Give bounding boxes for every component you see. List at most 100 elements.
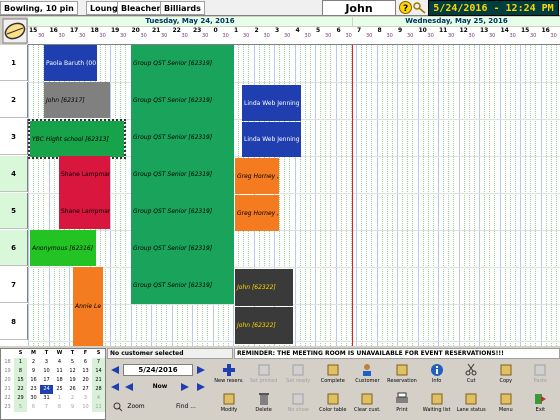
calendar-day[interactable]: 25 <box>53 385 66 394</box>
next-day-icon[interactable] <box>195 382 207 392</box>
calendar-day[interactable]: 10 <box>79 403 92 412</box>
reservation-block[interactable]: Paola Baruth (00 <box>44 45 97 81</box>
calendar-day[interactable]: 6 <box>27 403 40 412</box>
reservation-block[interactable]: Anonymous [62316] <box>30 230 96 266</box>
calendar-day[interactable]: 3 <box>40 358 53 367</box>
reservation-block[interactable]: Greg Horney , <box>235 195 279 231</box>
calendar-day[interactable]: 4 <box>53 358 66 367</box>
calendar-day[interactable]: 7 <box>92 358 105 367</box>
reservation-block[interactable]: Group QST Senior [62319] <box>131 82 234 119</box>
user-name[interactable]: John <box>322 0 396 16</box>
calendar-day[interactable]: 19 <box>66 376 79 385</box>
calendar-day[interactable]: 27 <box>79 385 92 394</box>
no-show-button[interactable]: No show <box>281 391 315 417</box>
calendar-day[interactable]: 1 <box>14 358 27 367</box>
calendar-day[interactable]: 10 <box>40 367 53 376</box>
complete-button[interactable]: Complete <box>316 362 350 388</box>
tab-bowling[interactable]: Bowling, 10 pin <box>0 1 78 15</box>
lane-label[interactable]: 5 <box>0 193 28 229</box>
reservation-block[interactable]: Linda Web Jenning <box>242 122 301 157</box>
next-week-icon[interactable] <box>195 365 207 375</box>
calendar-day[interactable]: 17 <box>40 376 53 385</box>
lane-label[interactable]: 4 <box>0 156 28 192</box>
exit-button[interactable]: Exit <box>523 391 557 417</box>
calendar-day[interactable]: 22 <box>14 385 27 394</box>
lane-label[interactable]: 1 <box>0 45 28 81</box>
prev-week-icon[interactable] <box>109 365 121 375</box>
clear-cust-button[interactable]: Clear cust. <box>350 391 384 417</box>
calendar-day[interactable]: 3 <box>79 394 92 403</box>
customer-button[interactable]: Customer <box>350 362 384 388</box>
calendar-day[interactable]: 18 <box>53 376 66 385</box>
calendar-day[interactable]: 2 <box>27 358 40 367</box>
find-button[interactable]: Find ... <box>173 403 199 410</box>
calendar-day[interactable]: 9 <box>66 403 79 412</box>
reservation-grid[interactable]: 1 2 3 4 5 6 7 8 Paola Baruth (00 John [62317] YBC … <box>0 45 560 346</box>
reservation-block[interactable]: Shane Lampman <box>59 156 110 193</box>
modify-button[interactable]: Modify <box>212 391 246 417</box>
calendar-day[interactable]: 2 <box>66 394 79 403</box>
calendar-day[interactable]: 9 <box>27 367 40 376</box>
calendar-day[interactable]: 8 <box>14 367 27 376</box>
reservation-block[interactable]: Group QST Senior [62319] <box>131 267 234 304</box>
waiting-list-button[interactable]: Waiting list <box>420 391 454 417</box>
reservation-block[interactable]: Annie Le <box>73 267 103 346</box>
calendar-day[interactable]: 5 <box>14 403 27 412</box>
calendar-day[interactable]: 31 <box>40 394 53 403</box>
calendar-day[interactable]: 1 <box>53 394 66 403</box>
reservation-block[interactable]: Group QST Senior [62319] <box>131 156 234 193</box>
copy-button[interactable]: Copy <box>489 362 523 388</box>
info-button[interactable]: Info <box>420 362 454 388</box>
lane-label[interactable]: 8 <box>0 304 28 340</box>
calendar-day[interactable]: 11 <box>92 403 105 412</box>
key-icon[interactable] <box>413 1 426 14</box>
reservation-block[interactable]: John [62317] <box>44 82 110 118</box>
calendar-day[interactable]: 21 <box>92 376 105 385</box>
calendar-day[interactable]: 29 <box>14 394 27 403</box>
color-table-button[interactable]: Color table <box>316 391 350 417</box>
calendar-day[interactable]: 23 <box>27 385 40 394</box>
lane-status-button[interactable]: Lane status <box>454 391 488 417</box>
reservation-block[interactable]: Group QST Senior [62319] <box>131 45 234 82</box>
calendar-day[interactable]: 16 <box>27 376 40 385</box>
calendar-day[interactable]: 4 <box>92 394 105 403</box>
lane-label[interactable]: 2 <box>0 82 28 118</box>
reservation-block[interactable]: Greg Horney , <box>235 158 279 194</box>
calendar-day[interactable]: 14 <box>92 367 105 376</box>
app-logo-icon[interactable] <box>2 18 28 44</box>
paste-button[interactable]: Paste <box>523 362 557 388</box>
calendar-day[interactable]: 13 <box>79 367 92 376</box>
prev-day-icon[interactable] <box>109 382 121 392</box>
calendar-day[interactable]: 5 <box>66 358 79 367</box>
calendar-day[interactable]: 15 <box>14 376 27 385</box>
lane-label[interactable]: 7 <box>0 267 28 303</box>
zoom-button[interactable]: Zoom <box>123 403 149 410</box>
cut-button[interactable]: Cut <box>454 362 488 388</box>
menu-button[interactable]: Menu <box>489 391 523 417</box>
set-ready-button[interactable]: Set ready <box>281 362 315 388</box>
calendar-day[interactable]: 11 <box>53 367 66 376</box>
print-button[interactable]: Print <box>385 391 419 417</box>
mini-calendar[interactable]: S M T W T F S 18 1 2 3 4 5 6 7 19 8 9 10 11 12 13 14 20 15 16 17 18… <box>0 348 106 420</box>
help-icon[interactable]: ? <box>399 1 412 14</box>
calendar-day[interactable]: 8 <box>53 403 66 412</box>
reservation-block[interactable]: Linda Web Jenning <box>242 85 301 121</box>
reservation-block[interactable]: YBC Hight school [62313] <box>28 119 126 159</box>
now-button[interactable]: Now <box>147 383 173 390</box>
delete-button[interactable]: Delete <box>247 391 281 417</box>
calendar-day[interactable]: 30 <box>27 394 40 403</box>
reservation-block[interactable]: Group QST Senior [62319] <box>131 193 234 230</box>
reservation-block[interactable]: Shane Lampman <box>59 193 110 229</box>
set-printed-button[interactable]: Set printed <box>247 362 281 388</box>
lane-label[interactable]: 6 <box>0 230 28 266</box>
reservation-button[interactable]: Reservation <box>385 362 419 388</box>
current-date-field[interactable]: 5/24/2016 <box>123 364 193 376</box>
reservation-block[interactable]: John [62322] <box>235 269 293 306</box>
new-reserv-button[interactable]: New reserv. <box>212 362 246 388</box>
reservation-block[interactable]: John [62322] <box>235 307 293 344</box>
calendar-day[interactable]: 24 <box>40 385 53 394</box>
calendar-day[interactable]: 28 <box>92 385 105 394</box>
calendar-day[interactable]: 7 <box>40 403 53 412</box>
prev-hour-icon[interactable] <box>123 382 135 392</box>
calendar-day[interactable]: 12 <box>66 367 79 376</box>
